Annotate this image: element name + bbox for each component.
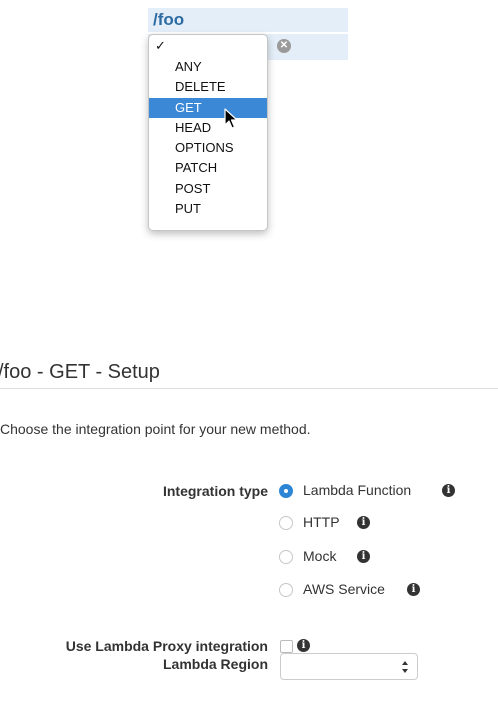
method-option-post[interactable]: POST — [149, 179, 267, 199]
method-option-delete[interactable]: DELETE — [149, 77, 267, 97]
select-arrows-icon — [402, 661, 408, 673]
integration-type-label: Integration type — [162, 483, 268, 499]
lambda-function-info-icon[interactable]: i — [442, 484, 455, 497]
radio-aws-service[interactable] — [279, 583, 293, 597]
lambda-proxy-checkbox[interactable] — [280, 640, 293, 653]
radio-mock[interactable] — [279, 550, 293, 564]
dropdown-checkmark[interactable]: ✓ — [149, 35, 267, 57]
aws-service-info-icon[interactable]: i — [407, 583, 420, 596]
option-label-mock[interactable]: Mock — [303, 548, 336, 564]
method-option-get[interactable]: GET — [149, 97, 267, 118]
option-label-lambda-function[interactable]: Lambda Function — [303, 482, 411, 498]
option-label-http[interactable]: HTTP — [303, 514, 340, 530]
radio-http[interactable] — [279, 516, 293, 530]
resource-path[interactable]: /foo — [148, 8, 348, 32]
method-option-patch[interactable]: PATCH — [149, 158, 267, 178]
mouse-pointer-icon — [224, 108, 238, 129]
lambda-region-select[interactable] — [280, 653, 418, 680]
method-option-put[interactable]: PUT — [149, 199, 267, 219]
http-info-icon[interactable]: i — [357, 516, 370, 529]
method-dropdown[interactable]: ✓ ANY DELETE GET HEAD OPTIONS PATCH POST… — [148, 34, 268, 231]
mock-info-icon[interactable]: i — [357, 550, 370, 563]
title-divider — [0, 388, 498, 389]
method-option-head[interactable]: HEAD — [149, 118, 267, 138]
option-label-aws-service[interactable]: AWS Service — [303, 581, 385, 597]
lambda-region-label: Lambda Region — [162, 656, 268, 672]
method-option-any[interactable]: ANY — [149, 57, 267, 77]
radio-lambda-function[interactable] — [279, 484, 293, 498]
lambda-proxy-info-icon[interactable]: i — [297, 639, 310, 652]
method-option-options[interactable]: OPTIONS — [149, 138, 267, 158]
remove-method-icon[interactable]: ✕ — [277, 39, 291, 53]
page-title: /foo - GET - Setup — [0, 361, 160, 383]
intro-text: Choose the integration point for your ne… — [0, 421, 311, 437]
lambda-proxy-label: Use Lambda Proxy integration — [65, 638, 268, 654]
